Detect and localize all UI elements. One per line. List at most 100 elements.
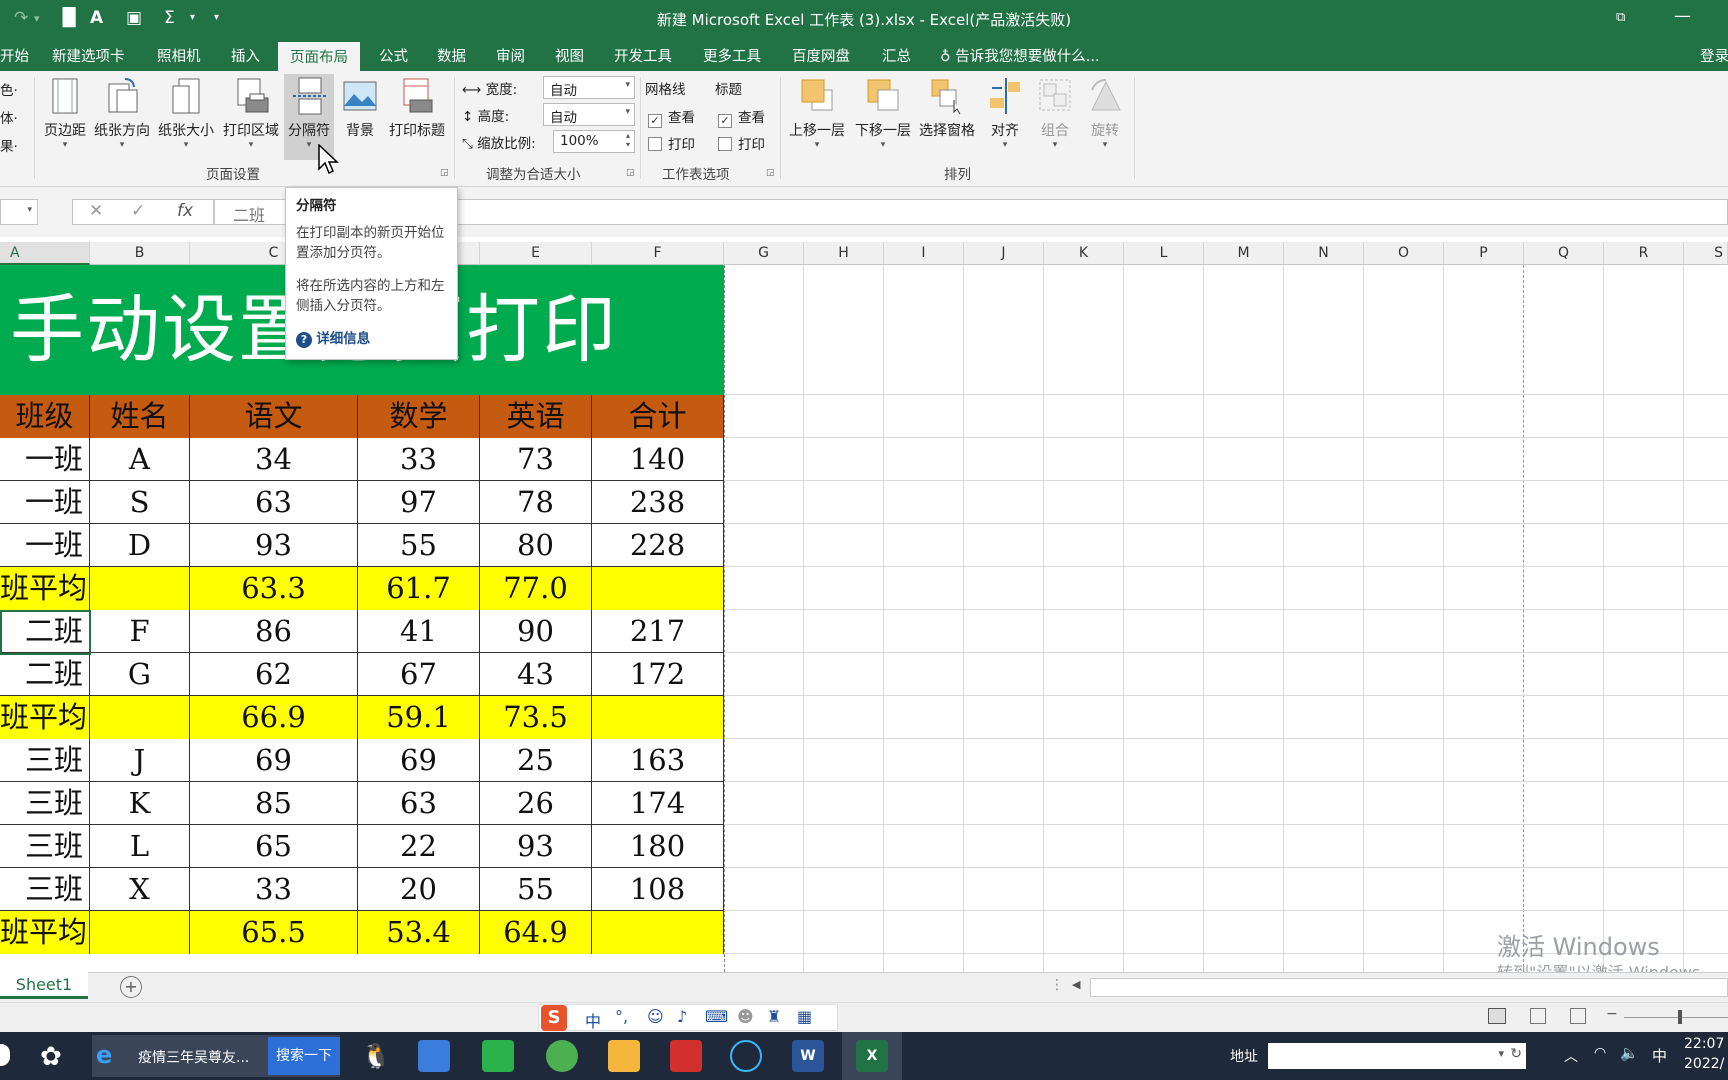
paper-size-button[interactable]: 纸张大小 ▾ xyxy=(156,76,216,150)
col-header-q[interactable]: Q xyxy=(1524,242,1604,265)
volume-icon[interactable]: 🔈 xyxy=(1620,1044,1639,1062)
cell-class[interactable]: 三班 xyxy=(0,825,90,868)
send-backward-button[interactable]: 下移一层 ▾ xyxy=(852,76,914,150)
media-player-icon[interactable] xyxy=(418,1040,450,1072)
cell-class[interactable]: 二班 xyxy=(0,653,90,696)
browser-360-icon[interactable] xyxy=(546,1040,578,1072)
horizontal-scrollbar[interactable] xyxy=(1090,978,1728,997)
zoom-out-icon[interactable]: − xyxy=(1606,1006,1618,1022)
col-header-e[interactable]: E xyxy=(480,242,592,265)
cell-english[interactable]: 78 xyxy=(480,481,592,524)
col-header-m[interactable]: M xyxy=(1204,242,1284,265)
table-row[interactable]: 一班 D 93 55 80 228 xyxy=(0,524,724,567)
qq-icon[interactable]: 🐧 xyxy=(360,1040,392,1072)
tab-baidu-netdisk[interactable]: 百度网盘 xyxy=(792,45,850,66)
sheet-tab-sheet1[interactable]: Sheet1 xyxy=(0,972,88,999)
col-header-n[interactable]: N xyxy=(1284,242,1364,265)
ribbon-display-icon[interactable]: ⧉ xyxy=(1616,10,1625,25)
cell-math[interactable]: 61.7 xyxy=(358,567,480,610)
cell-class[interactable]: 一班 xyxy=(0,438,90,481)
theme-effects[interactable]: 果· xyxy=(0,135,18,155)
header-cell-total[interactable]: 合计 xyxy=(592,395,724,438)
table-row[interactable]: 一班 S 63 97 78 238 xyxy=(0,481,724,524)
cell-total[interactable]: 180 xyxy=(592,825,724,868)
cell-math[interactable]: 22 xyxy=(358,825,480,868)
col-header-l[interactable]: L xyxy=(1124,242,1204,265)
punctuation-icon[interactable]: °, xyxy=(615,1007,628,1026)
wps-icon[interactable] xyxy=(670,1040,702,1072)
cell-math[interactable]: 55 xyxy=(358,524,480,567)
cell-total[interactable]: 238 xyxy=(592,481,724,524)
cell-name[interactable]: D xyxy=(90,524,190,567)
cell-english[interactable]: 25 xyxy=(480,739,592,782)
margins-button[interactable]: 页边距 ▾ xyxy=(40,76,90,150)
cell-english[interactable]: 90 xyxy=(480,610,592,653)
chevron-down-icon[interactable]: ▾ xyxy=(27,205,32,215)
emoji-icon[interactable]: ☺ xyxy=(647,1007,664,1026)
cell-total[interactable]: 172 xyxy=(592,653,724,696)
print-titles-button[interactable]: 打印标题 xyxy=(386,76,448,140)
group-button[interactable]: 组合 ▾ xyxy=(1034,76,1076,150)
cell-math[interactable]: 41 xyxy=(358,610,480,653)
cell-chinese[interactable]: 63.3 xyxy=(190,567,358,610)
table-row[interactable]: 二班 G 62 67 43 172 xyxy=(0,653,724,696)
cell-total[interactable] xyxy=(592,567,724,610)
cell-english[interactable]: 73 xyxy=(480,438,592,481)
cell-class[interactable]: 二班 xyxy=(0,610,90,653)
cell-name[interactable]: S xyxy=(90,481,190,524)
table-row[interactable]: 一班 A 34 33 73 140 xyxy=(0,438,724,481)
cell-chinese[interactable]: 85 xyxy=(190,782,358,825)
cell-name[interactable] xyxy=(90,911,190,954)
cell-english[interactable]: 64.9 xyxy=(480,911,592,954)
spinner-icon[interactable]: ▴ ▾ xyxy=(626,131,630,149)
col-header-j[interactable]: J xyxy=(964,242,1044,265)
col-header-f[interactable]: F xyxy=(592,242,724,265)
cell-math[interactable]: 53.4 xyxy=(358,911,480,954)
cell-math[interactable]: 97 xyxy=(358,481,480,524)
align-button[interactable]: 对齐 ▾ xyxy=(984,76,1026,150)
header-cell-english[interactable]: 英语 xyxy=(480,395,592,438)
tab-developer[interactable]: 开发工具 xyxy=(614,45,672,66)
cell-chinese[interactable]: 66.9 xyxy=(190,696,358,739)
col-header-a[interactable]: A xyxy=(0,242,90,265)
headings-print-checkbox[interactable]: 打印 xyxy=(718,133,765,153)
name-box[interactable]: ▾ xyxy=(0,199,38,225)
cell-class[interactable]: 三班 xyxy=(0,739,90,782)
average-row[interactable]: 班平均 63.3 61.7 77.0 xyxy=(0,567,724,610)
col-header-r[interactable]: R xyxy=(1604,242,1684,265)
gridlines-print-checkbox[interactable]: 打印 xyxy=(648,133,695,153)
search-button[interactable]: 搜索一下 xyxy=(268,1037,340,1075)
cell-total[interactable] xyxy=(592,696,724,739)
keyboard-icon[interactable]: ⌨ xyxy=(705,1007,728,1026)
theme-colors[interactable]: 色· xyxy=(0,79,18,99)
split-handle-icon[interactable]: ⋮ xyxy=(1050,977,1064,993)
clock-time[interactable]: 22:07 xyxy=(1684,1036,1724,1052)
cell-math[interactable]: 67 xyxy=(358,653,480,696)
col-header-s[interactable]: S xyxy=(1684,242,1728,265)
insert-function-icon[interactable]: fx xyxy=(177,201,193,221)
play-store-icon[interactable] xyxy=(482,1040,514,1072)
cell-english[interactable]: 73.5 xyxy=(480,696,592,739)
height-select[interactable]: 自动 ▾ xyxy=(543,103,635,126)
file-explorer-icon[interactable] xyxy=(608,1040,640,1072)
cell-name[interactable]: K xyxy=(90,782,190,825)
table-header-row[interactable]: 班级 姓名 语文 数学 英语 合计 xyxy=(0,395,724,438)
table-row[interactable]: 三班 L 65 22 93 180 xyxy=(0,825,724,868)
cell-name[interactable] xyxy=(90,567,190,610)
cell-class[interactable]: 一班 xyxy=(0,481,90,524)
cell-total[interactable]: 163 xyxy=(592,739,724,782)
cell-name[interactable]: A xyxy=(90,438,190,481)
tab-summary[interactable]: 汇总 xyxy=(882,45,911,66)
cell-chinese[interactable]: 33 xyxy=(190,868,358,911)
cell-math[interactable]: 69 xyxy=(358,739,480,782)
pinwheel-app-icon[interactable]: ✿ xyxy=(40,1042,62,1072)
clock-date[interactable]: 2022/ xyxy=(1684,1056,1724,1072)
cell-total[interactable]: 108 xyxy=(592,868,724,911)
table-row[interactable]: 三班 X 33 20 55 108 xyxy=(0,868,724,911)
sheet-options-launcher-icon[interactable]: ◲ xyxy=(766,168,775,178)
chevron-down-icon[interactable]: ▾ xyxy=(1498,1047,1504,1060)
width-select[interactable]: 自动 ▾ xyxy=(543,76,635,99)
add-sheet-icon[interactable]: + xyxy=(120,976,142,998)
login-link[interactable]: 登录 xyxy=(1700,45,1728,66)
skin-icon[interactable]: ♜ xyxy=(767,1007,781,1026)
